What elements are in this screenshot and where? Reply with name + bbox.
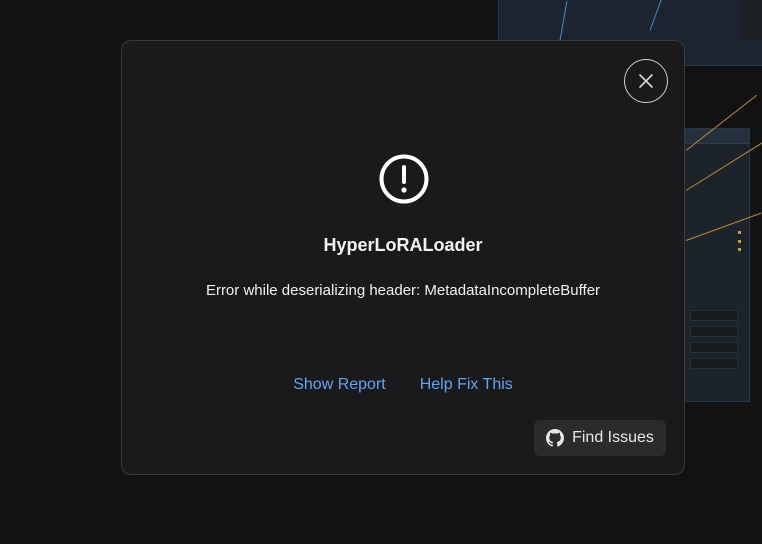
error-dialog: HyperLoRALoader Error while deserializin… [121, 40, 685, 475]
dialog-links: Show Report Help Fix This [122, 376, 684, 394]
close-button[interactable] [624, 59, 668, 103]
background-node-row [690, 310, 738, 321]
help-fix-link[interactable]: Help Fix This [420, 376, 513, 394]
background-port [738, 231, 741, 234]
background-port [738, 240, 741, 243]
show-report-link[interactable]: Show Report [293, 376, 386, 394]
background-node-row [690, 358, 738, 369]
dialog-title: HyperLoRALoader [323, 235, 483, 255]
github-icon [546, 429, 565, 447]
background-port [738, 248, 741, 251]
alert-circle-icon [379, 154, 429, 204]
close-icon [639, 74, 653, 88]
find-issues-label: Find Issues [572, 429, 654, 446]
app-canvas: HyperLoRALoader Error while deserializin… [0, 0, 762, 544]
error-message: Error while deserializing header: Metada… [205, 282, 601, 299]
find-issues-button[interactable]: Find Issues [534, 420, 666, 456]
background-node-row [690, 326, 738, 337]
background-panel-edge [740, 0, 762, 40]
background-node-row [690, 342, 738, 353]
